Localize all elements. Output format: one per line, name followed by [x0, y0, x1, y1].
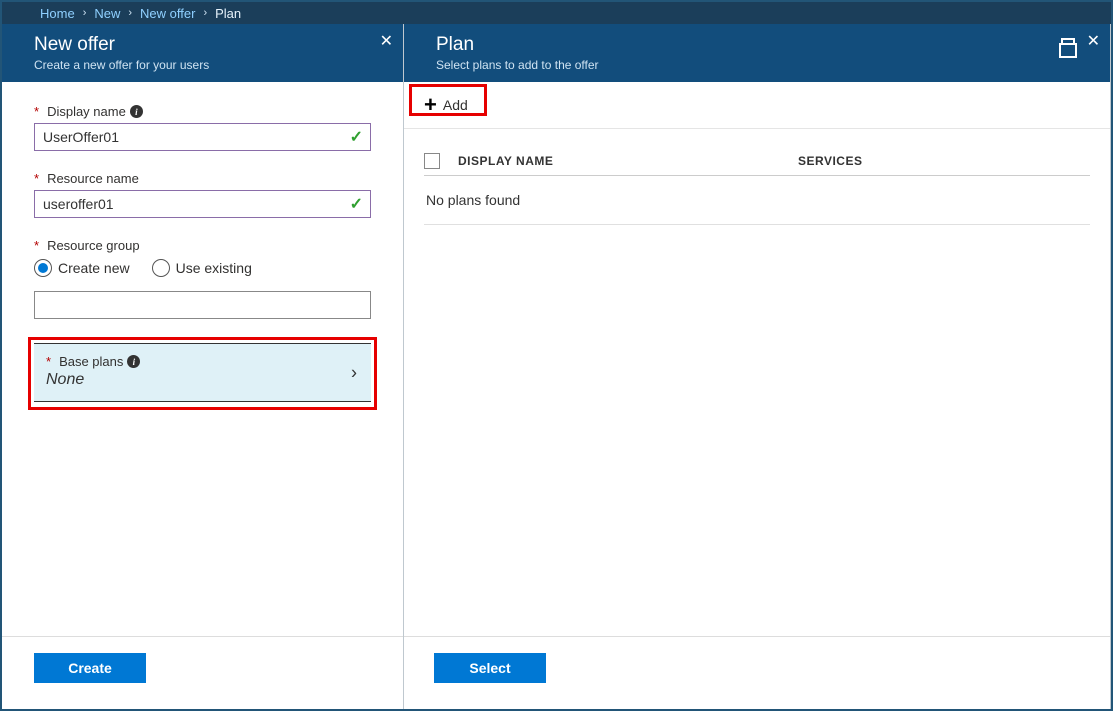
chevron-right-icon: › [128, 7, 132, 19]
restore-icon[interactable] [1061, 37, 1075, 53]
toolbar: + Add [404, 82, 1110, 129]
blade-footer: Select [404, 636, 1110, 709]
required-indicator: * [46, 354, 51, 369]
resource-group-input[interactable] [34, 291, 371, 319]
checkmark-icon: ✓ [350, 194, 363, 214]
chevron-right-icon: › [83, 7, 87, 19]
required-indicator: * [34, 104, 39, 119]
blade-new-offer: New offer Create a new offer for your us… [2, 24, 404, 709]
column-header-display-name[interactable]: DISPLAY NAME [458, 154, 798, 168]
close-icon[interactable]: ✕ [380, 34, 393, 50]
radio-create-new[interactable]: Create new [34, 259, 130, 277]
required-indicator: * [34, 171, 39, 186]
plus-icon: + [424, 94, 437, 116]
blade-header: New offer Create a new offer for your us… [2, 24, 403, 82]
resource-group-label: * Resource group [34, 238, 371, 253]
column-header-services[interactable]: SERVICES [798, 154, 1090, 168]
blade-footer: Create [2, 636, 403, 709]
close-icon[interactable]: ✕ [1087, 34, 1100, 53]
blade-body: + Add DISPLAY NAME SERVICES No plans fou… [404, 82, 1110, 636]
breadcrumb-link-home[interactable]: Home [40, 6, 75, 21]
base-plans-selector[interactable]: * Base plans i None › [34, 343, 371, 402]
select-all-checkbox[interactable] [424, 153, 440, 169]
blade-subtitle: Select plans to add to the offer [436, 58, 1094, 72]
radio-icon [152, 259, 170, 277]
blade-header: Plan Select plans to add to the offer ✕ [404, 24, 1110, 82]
checkmark-icon: ✓ [350, 127, 363, 147]
breadcrumb-current: Plan [215, 6, 241, 21]
breadcrumb-link-new[interactable]: New [94, 6, 120, 21]
blade-title: Plan [436, 34, 1094, 56]
blade-title: New offer [34, 34, 387, 56]
required-indicator: * [34, 238, 39, 253]
chevron-right-icon: › [203, 7, 207, 19]
info-icon[interactable]: i [130, 105, 143, 118]
display-name-input[interactable] [34, 123, 371, 151]
empty-state-message: No plans found [424, 176, 1090, 225]
create-button[interactable]: Create [34, 653, 146, 683]
breadcrumb-link-new-offer[interactable]: New offer [140, 6, 195, 21]
add-button[interactable]: + Add [414, 90, 478, 120]
table-header-row: DISPLAY NAME SERVICES [424, 147, 1090, 176]
breadcrumb: Home › New › New offer › Plan [2, 2, 1111, 24]
radio-icon [34, 259, 52, 277]
resource-name-label: * Resource name [34, 171, 371, 186]
radio-use-existing[interactable]: Use existing [152, 259, 252, 277]
resource-name-input[interactable] [34, 190, 371, 218]
select-button[interactable]: Select [434, 653, 546, 683]
display-name-label: * Display name i [34, 104, 371, 119]
blade-subtitle: Create a new offer for your users [34, 58, 387, 72]
chevron-right-icon: › [351, 362, 357, 383]
blade-plan: Plan Select plans to add to the offer ✕ … [404, 24, 1111, 709]
base-plans-value: None [46, 371, 361, 389]
info-icon[interactable]: i [127, 355, 140, 368]
